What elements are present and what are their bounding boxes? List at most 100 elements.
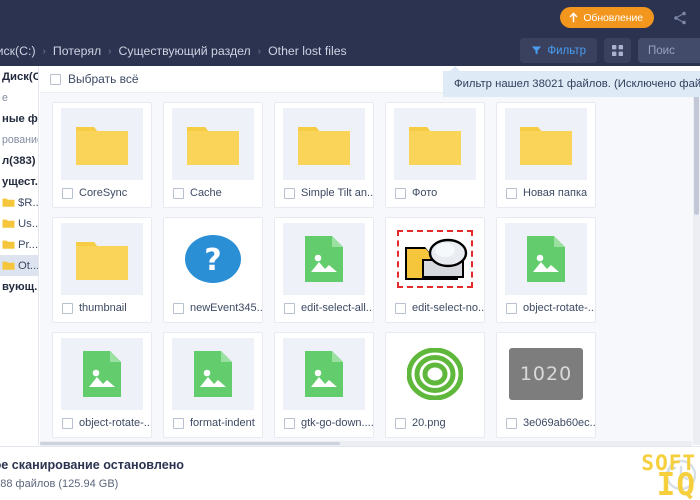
file-name: Фото [412, 187, 438, 199]
file-checkbox[interactable] [395, 302, 406, 314]
file-tile[interactable]: object-rotate-... [52, 332, 152, 438]
file-thumbnail [394, 108, 476, 180]
sidebar-item-disk[interactable]: Диск(C... [0, 66, 38, 87]
file-tile[interactable]: Cache [163, 102, 263, 208]
file-checkbox[interactable] [173, 187, 184, 199]
sidebar-item-sr[interactable]: $R... [0, 192, 38, 213]
file-checkbox[interactable] [62, 417, 73, 429]
search-input[interactable]: Поис [638, 38, 700, 63]
sidebar-item-label: л(383) [2, 154, 36, 167]
sidebar[interactable]: Диск(C... е ные ф... рование л(383) ущес… [0, 66, 39, 445]
file-footer: Simple Tilt an... [275, 180, 373, 206]
file-name: CoreSync [79, 187, 128, 199]
file-footer: Новая папка [497, 180, 595, 206]
unknown-file-icon: ? [185, 235, 241, 283]
file-name: 3e069ab60ec... [523, 417, 595, 429]
sidebar-item-users[interactable]: Us... [0, 213, 38, 234]
vertical-scrollbar-thumb[interactable] [694, 95, 699, 215]
file-tile[interactable]: ? newEvent345... [163, 217, 263, 323]
breadcrumb-separator: › [42, 45, 46, 57]
file-footer: gtk-go-down.... [275, 410, 373, 436]
file-tile[interactable]: gtk-go-down.... [274, 332, 374, 438]
svg-text:?: ? [204, 243, 221, 278]
file-grid: CoreSync Cache Simple Tilt an... Фото Но… [40, 93, 700, 445]
folder-icon [2, 198, 15, 207]
file-tile[interactable]: object-rotate-... [496, 217, 596, 323]
file-checkbox[interactable] [284, 187, 295, 199]
scan-status-subtitle: 5188 файлов (125.94 GB) [0, 478, 119, 490]
vertical-scrollbar[interactable] [693, 93, 700, 445]
file-checkbox[interactable] [506, 302, 517, 314]
file-name: format-indent [190, 417, 255, 429]
file-checkbox[interactable] [173, 417, 184, 429]
breadcrumb-item-0[interactable]: ьный Диск(C:) [0, 44, 36, 58]
file-name: edit-select-all... [301, 302, 373, 314]
header-controls: Фильтр Поис [520, 38, 700, 63]
file-name: object-rotate-... [79, 417, 151, 429]
file-tile[interactable]: 1020 3e069ab60ec... [496, 332, 596, 438]
file-tile[interactable]: Фото [385, 102, 485, 208]
file-tile[interactable]: thumbnail [52, 217, 152, 323]
selection-marquee [397, 230, 473, 288]
folder-icon [409, 127, 461, 165]
file-footer: thumbnail [53, 295, 151, 321]
filter-button[interactable]: Фильтр [520, 38, 597, 63]
sidebar-item-program-files[interactable]: Pr... [0, 234, 38, 255]
file-tile[interactable]: Simple Tilt an... [274, 102, 374, 208]
select-all-checkbox[interactable] [50, 73, 61, 85]
file-footer: 20.png [386, 410, 484, 436]
sidebar-item-label: Us... [18, 217, 39, 230]
file-checkbox[interactable] [395, 187, 406, 199]
file-footer: newEvent345... [164, 295, 262, 321]
file-tile[interactable]: edit-select-all... [274, 217, 374, 323]
folder-icon [76, 127, 128, 165]
file-name: edit-select-no... [412, 302, 484, 314]
sidebar-item-existing-partition[interactable]: ущест... [0, 171, 38, 192]
file-tile[interactable]: CoreSync [52, 102, 152, 208]
status-bar: ное сканирование остановлено 5188 файлов… [0, 446, 700, 500]
share-icon[interactable] [672, 10, 688, 26]
sidebar-item-label: Pr... [18, 238, 39, 251]
image-file-icon [527, 236, 565, 282]
grid-view-icon [612, 45, 623, 56]
breadcrumb-item-1[interactable]: Потерял [53, 44, 101, 58]
filter-result-text: Фильтр нашел 38021 файлов. (Исключено фа… [454, 78, 700, 90]
breadcrumb-item-3[interactable]: Other lost files [268, 44, 347, 58]
file-thumbnail [283, 338, 365, 410]
image-file-icon [305, 236, 343, 282]
file-name: 20.png [412, 417, 446, 429]
file-checkbox[interactable] [395, 417, 406, 429]
file-name: newEvent345... [190, 302, 262, 314]
folder-icon [520, 127, 572, 165]
sidebar-item-10[interactable]: вующ... [0, 276, 38, 297]
file-thumbnail [61, 108, 143, 180]
file-checkbox[interactable] [506, 417, 517, 429]
file-tile[interactable]: Новая папка [496, 102, 596, 208]
file-checkbox[interactable] [506, 187, 517, 199]
file-tile[interactable]: 20.png [385, 332, 485, 438]
title-bar: Обновление ьный Диск(C:) › Потерял › Сущ… [0, 0, 700, 66]
sidebar-item-count[interactable]: л(383) [0, 150, 38, 171]
sidebar-item-lost-files[interactable]: ные ф... [0, 108, 38, 129]
clock-icon [665, 459, 697, 491]
scan-status-title: ное сканирование остановлено [0, 458, 184, 472]
sidebar-item-3[interactable]: рование [0, 129, 38, 150]
sidebar-item-label: е [2, 91, 8, 104]
file-thumbnail [172, 108, 254, 180]
file-checkbox[interactable] [173, 302, 184, 314]
sidebar-item-1[interactable]: е [0, 87, 38, 108]
file-checkbox[interactable] [284, 417, 295, 429]
breadcrumb-item-2[interactable]: Существующий раздел [119, 44, 251, 58]
file-checkbox[interactable] [62, 302, 73, 314]
file-footer: object-rotate-... [53, 410, 151, 436]
file-checkbox[interactable] [284, 302, 295, 314]
file-checkbox[interactable] [62, 187, 73, 199]
folder-icon [76, 242, 128, 280]
grid-view-button[interactable] [604, 38, 631, 63]
update-button[interactable]: Обновление [560, 7, 654, 28]
horizontal-scrollbar-thumb[interactable] [40, 442, 340, 445]
magnifier-folder-icon [405, 238, 468, 280]
file-tile-selected[interactable]: edit-select-no... [385, 217, 485, 323]
file-tile[interactable]: format-indent [163, 332, 263, 438]
sidebar-item-other-lost-files[interactable]: Ot... [0, 255, 38, 276]
